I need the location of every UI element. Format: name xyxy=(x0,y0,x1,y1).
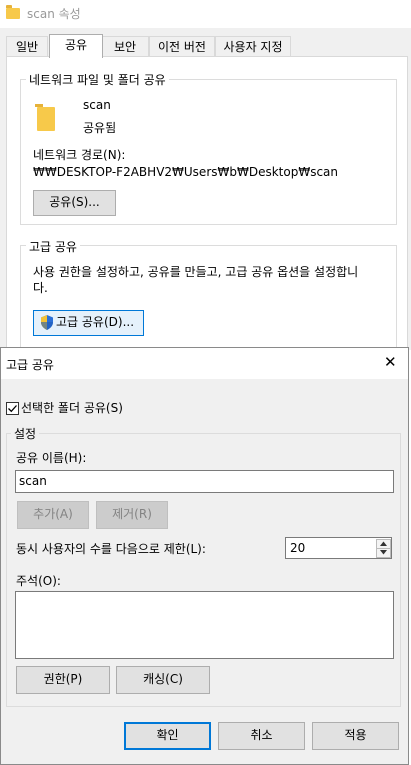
properties-window: scan 속성 일반 공유 보안 이전 버전 사용자 지정 네트워크 파일 및 … xyxy=(0,0,411,358)
uac-shield-icon xyxy=(41,315,53,330)
user-limit-label: 동시 사용자의 수를 다음으로 제한(L): xyxy=(16,542,206,556)
advanced-share-group-title: 고급 공유 xyxy=(26,238,80,255)
window-title: scan 속성 xyxy=(27,7,81,21)
advanced-share-description-line1: 사용 권한을 설정하고, 공유를 만들고, 고급 공유 옵션을 설정합니 xyxy=(33,265,359,279)
network-share-group-title: 네트워크 파일 및 폴더 공유 xyxy=(26,71,169,88)
tab-sharing[interactable]: 공유 xyxy=(49,34,103,58)
folder-name: scan xyxy=(83,98,111,112)
folder-icon xyxy=(6,5,20,19)
tab-general[interactable]: 일반 xyxy=(6,36,48,57)
advanced-share-button-label: 고급 공유(D)... xyxy=(56,315,135,329)
spinner-down-arrow-icon[interactable] xyxy=(376,548,391,558)
dialog-title: 고급 공유 xyxy=(6,358,54,372)
tab-customize[interactable]: 사용자 지정 xyxy=(215,36,291,57)
network-path-value: ₩₩DESKTOP-F2ABHV2₩Users₩b₩Desktop₩scan xyxy=(33,165,339,179)
settings-group-title: 설정 xyxy=(11,425,40,442)
apply-button[interactable]: 적용 xyxy=(312,722,399,750)
advanced-share-button[interactable]: 고급 공유(D)... xyxy=(33,310,144,336)
share-name-value: scan xyxy=(19,474,47,488)
advanced-share-description-line2: 다. xyxy=(33,281,48,295)
checkmark-icon xyxy=(8,405,17,413)
user-limit-value: 20 xyxy=(290,541,306,555)
tab-previous-versions[interactable]: 이전 버전 xyxy=(149,36,215,57)
network-path-label: 네트워크 경로(N): xyxy=(33,148,126,162)
user-limit-spinner[interactable]: 20 xyxy=(285,537,392,559)
add-button[interactable]: 추가(A) xyxy=(17,501,89,529)
share-folder-checkbox-label[interactable]: 선택한 폴더 공유(S) xyxy=(21,399,123,416)
comment-textarea[interactable] xyxy=(15,591,394,659)
tab-security[interactable]: 보안 xyxy=(101,36,149,57)
close-icon[interactable]: ✕ xyxy=(384,353,397,371)
permissions-button[interactable]: 권한(P) xyxy=(16,666,110,694)
share-name-label: 공유 이름(H): xyxy=(16,451,87,465)
remove-button[interactable]: 제거(R) xyxy=(96,501,168,529)
shared-folder-icon xyxy=(35,104,55,131)
cancel-button[interactable]: 취소 xyxy=(218,722,305,750)
comment-label: 주석(O): xyxy=(16,574,61,588)
caching-button[interactable]: 캐싱(C) xyxy=(116,666,210,694)
share-name-input[interactable]: scan xyxy=(15,470,394,493)
properties-titlebar: scan 속성 xyxy=(0,0,411,28)
share-folder-checkbox[interactable] xyxy=(6,402,19,415)
share-button[interactable]: 공유(S)... xyxy=(33,190,116,216)
ok-button[interactable]: 확인 xyxy=(124,722,211,750)
advanced-share-dialog: 고급 공유 ✕ 선택한 폴더 공유(S) 설정 공유 이름(H): scan 추… xyxy=(0,347,409,765)
dialog-titlebar: 고급 공유 ✕ xyxy=(1,348,408,379)
share-status: 공유됨 xyxy=(83,121,117,135)
